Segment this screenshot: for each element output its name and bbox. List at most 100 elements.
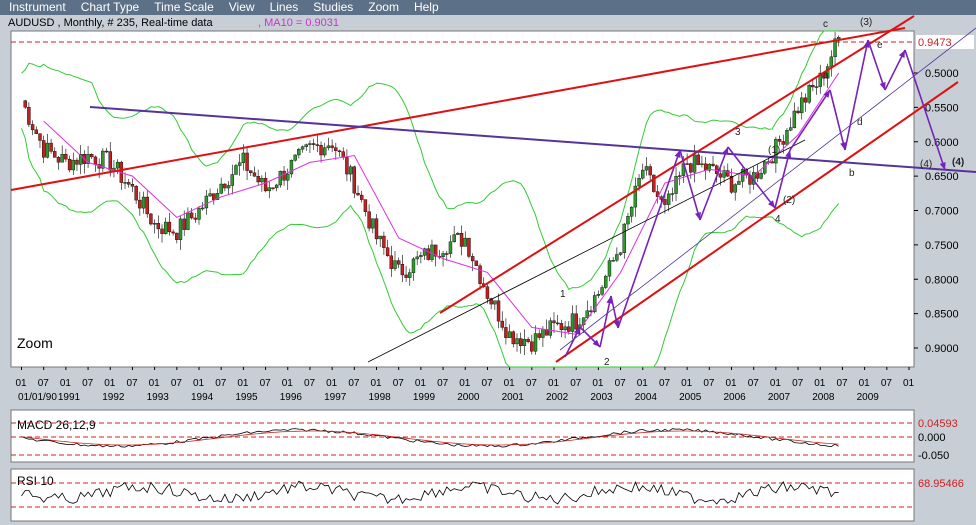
candle-body xyxy=(607,260,612,277)
candle-body xyxy=(500,320,504,328)
candle-body xyxy=(223,183,227,189)
x-month-label: 01 xyxy=(415,378,427,389)
macd-panel xyxy=(10,409,915,463)
candle-body xyxy=(729,175,734,193)
candle-body xyxy=(803,97,808,103)
macd-label: MACD 26,12,9 xyxy=(17,418,96,432)
candle-body xyxy=(101,150,105,169)
candle-body xyxy=(637,177,641,187)
y-tick-label: 0.7000 xyxy=(925,206,959,218)
candle-body xyxy=(374,218,379,240)
x-month-label: 07 xyxy=(304,378,316,389)
rsi-value-label: 68.95466 xyxy=(918,478,964,490)
wave-label: (1) xyxy=(768,145,780,156)
candle-body xyxy=(323,147,327,156)
y-tick-label: 0.7500 xyxy=(925,240,959,252)
candle-body xyxy=(64,154,68,160)
candle-body xyxy=(666,193,671,205)
x-year-label: 2005 xyxy=(679,392,702,403)
candle-body xyxy=(548,320,553,336)
x-month-label: 07 xyxy=(703,378,715,389)
candle-body xyxy=(197,208,201,220)
candle-body xyxy=(156,223,161,230)
wave-label: (4) xyxy=(952,157,964,168)
wave-label: (3) xyxy=(860,17,872,28)
y-tick-label: 0.5500 xyxy=(925,102,959,114)
candle-body xyxy=(541,329,545,338)
x-year-label: 1991 xyxy=(58,392,81,403)
candle-body xyxy=(689,163,693,173)
candle-body xyxy=(337,150,342,153)
candle-body xyxy=(34,129,38,134)
x-month-label: 01 xyxy=(859,378,871,389)
x-month-label: 01 xyxy=(326,378,338,389)
candle-body xyxy=(670,193,675,195)
candle-body xyxy=(519,338,523,346)
candle-body xyxy=(200,207,205,210)
candle-body xyxy=(367,211,371,229)
candle-body xyxy=(600,287,604,295)
y-tick-label: 0.6500 xyxy=(925,171,959,183)
candle-body xyxy=(530,341,534,352)
candle-body xyxy=(297,149,301,156)
candle-body xyxy=(186,212,190,230)
candle-body xyxy=(470,256,475,262)
candle-body xyxy=(788,127,793,131)
candle-body xyxy=(811,85,815,88)
x-month-label: 01 xyxy=(548,378,560,389)
candle-body xyxy=(189,212,194,219)
x-month-label: 01 xyxy=(903,378,915,389)
x-month-label: 01 xyxy=(592,378,604,389)
candle-body xyxy=(371,218,375,229)
candle-body xyxy=(415,256,419,260)
candle-body xyxy=(703,163,708,171)
x-month-label: 07 xyxy=(126,378,138,389)
candle-body xyxy=(533,333,538,352)
candle-body xyxy=(282,170,286,181)
x-month-label: 01 xyxy=(149,378,161,389)
x-month-label: 01 xyxy=(193,378,205,389)
wave-label: a xyxy=(823,70,829,81)
candle-body xyxy=(138,199,142,209)
candle-body xyxy=(629,206,634,217)
zoom-label: Zoom xyxy=(17,335,53,351)
candle-body xyxy=(777,138,782,142)
candle-body xyxy=(115,161,120,169)
ma-label: , MA10 = 0.9031 xyxy=(258,17,339,29)
candle-body xyxy=(478,265,482,284)
x-month-label: 07 xyxy=(348,378,360,389)
candle-body xyxy=(389,255,393,269)
x-year-label: 2003 xyxy=(590,392,613,403)
candle-body xyxy=(814,86,819,88)
candle-body xyxy=(711,163,715,166)
candle-body xyxy=(241,152,246,163)
candle-body xyxy=(160,228,164,234)
candle-body xyxy=(71,159,75,171)
candle-body xyxy=(678,175,682,177)
candle-body xyxy=(130,184,135,187)
candle-body xyxy=(304,144,308,147)
macd-value-label: 0.000 xyxy=(918,432,946,444)
candle-body xyxy=(493,300,497,305)
candle-body xyxy=(837,37,841,39)
candle-body xyxy=(781,141,785,145)
candle-body xyxy=(308,143,312,145)
candle-body xyxy=(785,130,789,145)
candle-body xyxy=(522,339,527,346)
x-year-label: 01/01/90 xyxy=(18,392,57,403)
candle-body xyxy=(504,327,508,338)
x-month-label: 01 xyxy=(282,378,294,389)
candle-body xyxy=(182,218,186,230)
x-month-label: 07 xyxy=(481,378,493,389)
candle-body xyxy=(263,178,268,192)
candle-body xyxy=(56,157,61,163)
candle-body xyxy=(611,260,615,262)
candle-body xyxy=(404,274,408,278)
x-month-label: 01 xyxy=(237,378,249,389)
candle-body xyxy=(93,156,98,165)
wave-label: c xyxy=(823,19,828,30)
candle-body xyxy=(385,247,390,257)
candle-body xyxy=(75,159,79,165)
candle-body xyxy=(330,145,334,148)
x-month-label: 07 xyxy=(570,378,582,389)
